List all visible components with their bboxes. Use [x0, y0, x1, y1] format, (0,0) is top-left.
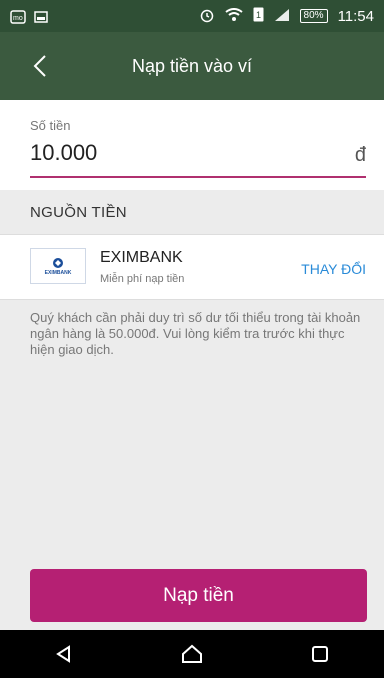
wifi-icon [224, 7, 243, 25]
bank-name: EXIMBANK [100, 249, 183, 266]
status-right: 1 80% 11:54 [199, 7, 374, 26]
home-icon [182, 644, 202, 663]
nav-back-button[interactable] [44, 634, 84, 674]
image-icon [34, 10, 48, 23]
minimum-balance-note: Quý khách cần phải duy trì số dư tối thi… [30, 310, 361, 357]
currency-symbol: đ [354, 144, 366, 166]
amount-label: Số tiền [30, 118, 71, 133]
sim-icon: 1 [253, 7, 264, 25]
nav-home-button[interactable] [172, 634, 212, 674]
system-navigation-bar [0, 630, 384, 678]
eximbank-logo-icon [53, 257, 63, 268]
app-bar: Nạp tiền vào ví [0, 32, 384, 100]
clock: 11:54 [337, 7, 374, 25]
square-recents-icon [312, 646, 328, 662]
bank-logo-text: EXIMBANK [44, 269, 72, 276]
page-title: Nạp tiền vào ví [131, 55, 253, 76]
nav-recents-button[interactable] [300, 634, 340, 674]
change-source-button[interactable]: THAY ĐỔI [301, 261, 366, 277]
amount-section: Số tiền 10.000 đ [0, 100, 384, 190]
amount-input-underline [30, 176, 366, 178]
status-bar: mo 1 80% 11:54 [0, 0, 384, 32]
svg-text:mo: mo [13, 15, 23, 22]
chevron-left-icon [33, 55, 46, 77]
bank-logo: EXIMBANK [30, 248, 86, 284]
status-left: mo [10, 10, 48, 24]
alarm-icon [199, 7, 215, 26]
battery-indicator: 80% [299, 9, 328, 23]
triangle-back-icon [56, 645, 70, 663]
bank-subtitle: Miễn phí nạp tiền [100, 273, 185, 285]
topup-button[interactable]: Nạp tiền [30, 569, 367, 622]
amount-input[interactable]: 10.000 [30, 140, 97, 166]
funding-source-header: NGUỒN TIỀN [30, 203, 127, 221]
signal-icon [274, 8, 290, 25]
notification-icon: mo [10, 10, 26, 24]
svg-text:1: 1 [256, 10, 261, 20]
bank-source-row[interactable]: EXIMBANK EXIMBANK Miễn phí nạp tiền THAY… [0, 234, 384, 300]
back-button[interactable] [24, 50, 56, 82]
